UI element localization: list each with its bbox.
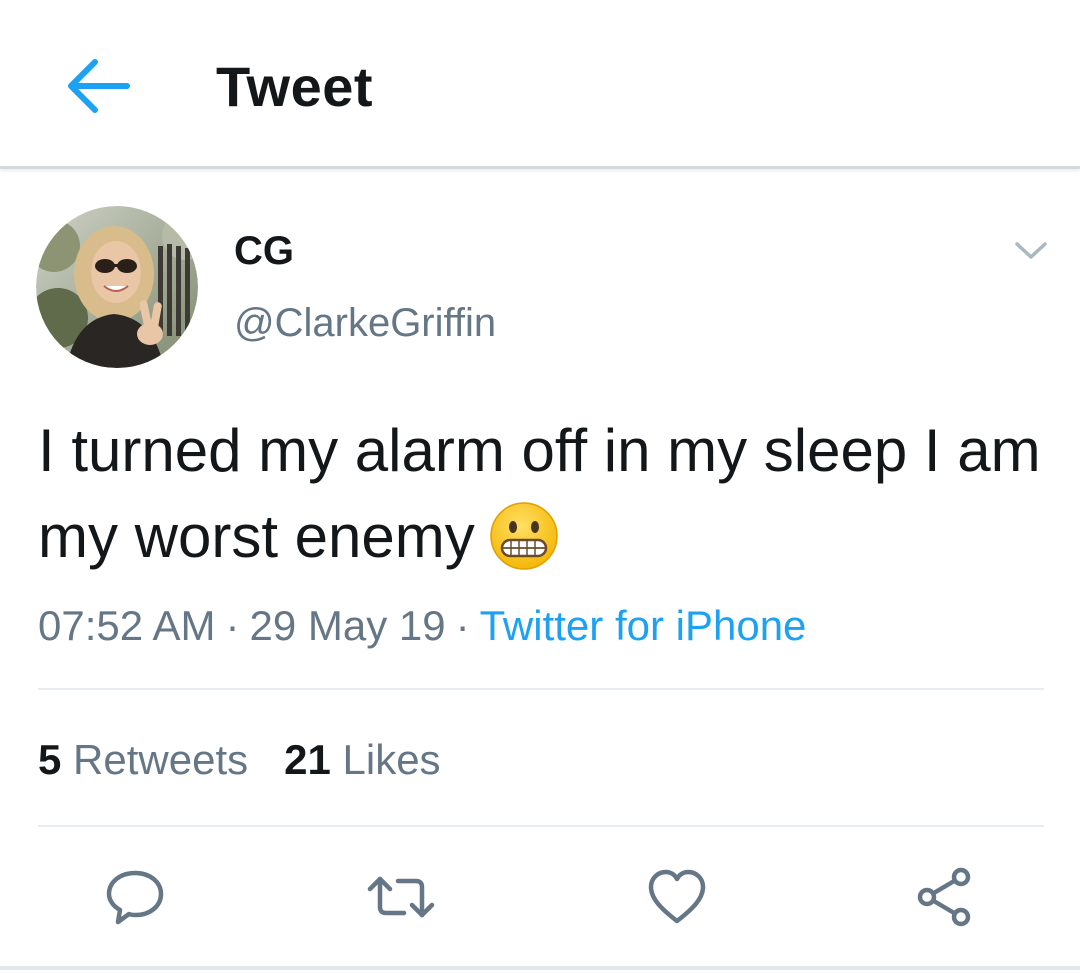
reply-icon [106, 870, 164, 925]
retweet-button[interactable] [366, 862, 436, 932]
divider [38, 688, 1044, 690]
display-name[interactable]: CG [234, 226, 294, 276]
profile-photo [36, 206, 198, 368]
likes-count: 21 [284, 736, 331, 783]
share-icon [917, 867, 971, 927]
meta-separator: · [455, 602, 470, 649]
tweet-text: I turned my alarm off in my sleep I am m… [38, 408, 1048, 594]
arrow-left-icon [68, 59, 130, 113]
tweet-date: 29 May 19 [249, 602, 446, 649]
tweet-detail-screen: Tweet CG @ClarkeGriffin I turned my alar… [0, 0, 1080, 973]
page-title: Tweet [216, 55, 374, 118]
like-icon [648, 869, 706, 924]
more-options-button[interactable] [1006, 226, 1056, 276]
avatar[interactable] [36, 206, 198, 368]
retweets-count: 5 [38, 736, 62, 783]
meta-separator: · [225, 602, 240, 649]
reply-button[interactable] [100, 862, 170, 932]
share-button[interactable] [910, 862, 980, 932]
grimacing-face-emoji [489, 501, 559, 594]
tweet-time: 07:52 AM [38, 602, 216, 649]
back-button[interactable] [50, 46, 144, 126]
retweet-icon [367, 876, 435, 918]
retweets-stat[interactable]: 5 Retweets [38, 732, 248, 788]
likes-label: Likes [342, 736, 441, 783]
divider [38, 825, 1044, 827]
tweet-stats: 5 Retweets 21 Likes [38, 732, 441, 788]
likes-stat[interactable]: 21 Likes [284, 732, 440, 788]
retweets-label: Retweets [73, 736, 249, 783]
chevron-down-icon [1015, 242, 1047, 259]
user-handle[interactable]: @ClarkeGriffin [234, 298, 496, 348]
app-bar: Tweet [0, 0, 1080, 169]
bottom-divider [0, 966, 1080, 970]
tweet-meta: 07:52 AM · 29 May 19 · Twitter for iPhone [38, 598, 806, 654]
tweet-source-link[interactable]: Twitter for iPhone [480, 602, 807, 649]
like-button[interactable] [642, 862, 712, 932]
